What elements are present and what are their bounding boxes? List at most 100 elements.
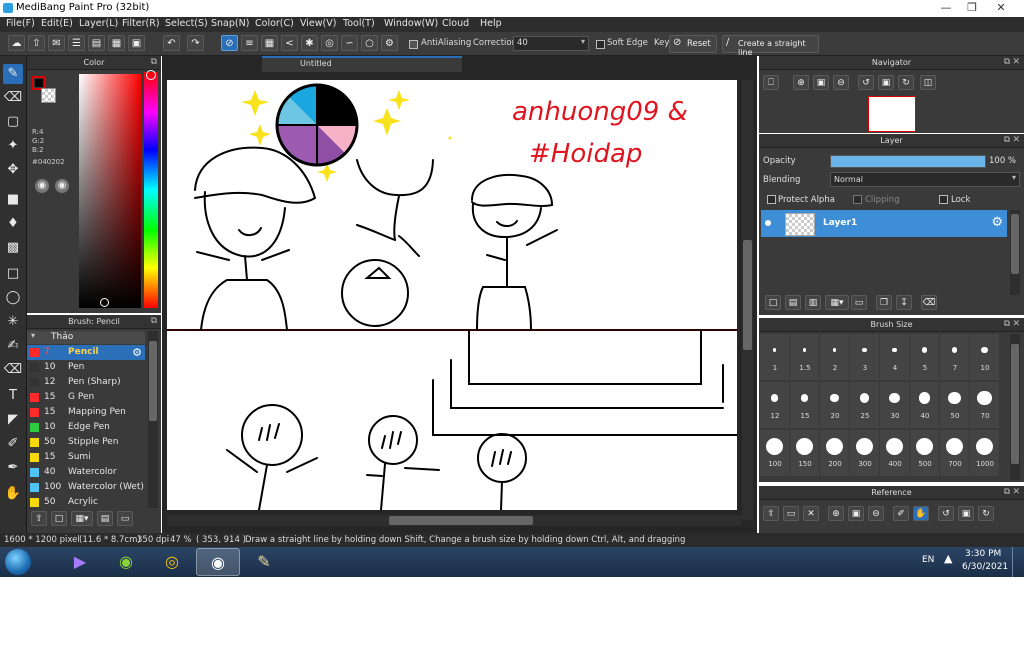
brush-size-cell[interactable]: 150 [790, 430, 819, 476]
comment-icon[interactable]: ✉ [48, 35, 65, 51]
menu-color[interactable]: Color(C) [255, 18, 294, 29]
brush-size-cell[interactable]: 70 [970, 382, 999, 428]
close-button[interactable]: ✕ [990, 0, 1012, 17]
text-tool-icon[interactable]: T [3, 386, 23, 406]
hand-tool-icon[interactable]: ✋ [3, 484, 23, 504]
navigator-thumbnail[interactable] [868, 96, 916, 132]
brush-size-cell[interactable]: 200 [820, 430, 849, 476]
brush-item[interactable]: 50 Stipple Pen [27, 435, 145, 450]
hue-slider[interactable] [144, 70, 158, 308]
brush-size-cell[interactable]: 4 [880, 334, 909, 380]
fit-window-icon[interactable]: ▣ [848, 506, 864, 521]
eraser-tool-icon[interactable]: ⌫ [3, 88, 23, 108]
clock-time[interactable]: 3:30 PM [965, 549, 1001, 559]
bucket-tool-icon[interactable]: ♦ [3, 214, 23, 234]
drawing-document[interactable]: anhuong09 & #Hoidap [167, 80, 737, 510]
brush-item[interactable]: 15 G Pen [27, 390, 145, 405]
panel-options-icon[interactable]: ⧉ [1004, 318, 1010, 331]
divide-tool-icon[interactable]: ◤ [3, 410, 23, 430]
color-picker-cursor[interactable] [100, 298, 109, 307]
brush-size-cell[interactable]: 15 [790, 382, 819, 428]
coccoc-icon[interactable]: ◉ [104, 548, 148, 576]
select-tool-icon[interactable]: □ [3, 264, 23, 284]
brush-item[interactable]: 50 Acrylic [27, 495, 145, 508]
magic-wand-tool-icon[interactable]: ✳ [3, 312, 23, 332]
upload-icon[interactable]: ⇧ [763, 506, 779, 521]
radial-snap-icon[interactable]: ✱ [301, 35, 318, 51]
zoom-out-icon[interactable]: ⊖ [833, 75, 849, 90]
brush-size-cell[interactable]: 1.5 [790, 334, 819, 380]
scrollbar-thumb[interactable] [389, 516, 533, 525]
correction-select[interactable]: 40 ▾ [513, 36, 589, 51]
brush-size-cell[interactable]: 100 [760, 430, 789, 476]
soft-edge-checkbox[interactable] [596, 40, 605, 49]
parallel-snap-icon[interactable]: ≡ [241, 35, 258, 51]
concentric-snap-icon[interactable]: ◎ [321, 35, 338, 51]
folder-icon[interactable]: ▭ [783, 506, 799, 521]
shape-tool-icon[interactable]: ■ [3, 190, 23, 210]
brush-size-cell[interactable]: 300 [850, 430, 879, 476]
secondary-color-swatch[interactable] [41, 88, 56, 103]
new-layer-icon[interactable]: □ [765, 295, 781, 310]
document-tab[interactable]: Untitled [262, 56, 462, 72]
start-button-icon[interactable] [5, 549, 31, 575]
brush-size-cell[interactable]: 2 [820, 334, 849, 380]
zoom-in-icon[interactable]: ⊕ [793, 75, 809, 90]
brush-list-scrollbar[interactable] [148, 331, 158, 508]
merge-layer-icon[interactable]: ↧ [896, 295, 912, 310]
select-eraser-tool-icon[interactable]: ⌫ [3, 360, 23, 380]
layer-settings-icon[interactable]: ⚙ [991, 215, 1003, 230]
brush-menu-icon[interactable]: ▦▾ [71, 511, 93, 526]
chat-icon[interactable]: ☰ [68, 35, 85, 51]
fit-window-icon[interactable]: ▣ [813, 75, 829, 90]
brush-size-cell[interactable]: 50 [940, 382, 969, 428]
eyedropper-icon[interactable]: ✐ [893, 506, 909, 521]
undo-icon[interactable]: ↶ [163, 35, 180, 51]
page-icon[interactable]: ▤ [88, 35, 105, 51]
circle-snap-icon[interactable]: ○ [361, 35, 378, 51]
perspective-snap-icon[interactable]: < [281, 35, 298, 51]
visibility-icon[interactable] [765, 220, 771, 226]
hue-slider-handle[interactable] [146, 70, 156, 80]
brush-size-cell[interactable]: 40 [910, 382, 939, 428]
scrollbar-thumb[interactable] [149, 341, 157, 421]
brush-size-cell[interactable]: 30 [880, 382, 909, 428]
vertical-scrollbar[interactable] [742, 80, 753, 520]
brush-item[interactable]: 15 Sumi [27, 450, 145, 465]
rectangle-tool-icon[interactable]: ▢ [3, 112, 23, 132]
save-icon[interactable]: ▣ [128, 35, 145, 51]
brush-size-cell[interactable]: 7 [940, 334, 969, 380]
lock-checkbox[interactable] [939, 195, 948, 204]
new-8bit-layer-icon[interactable]: ▥ [805, 295, 821, 310]
menu-filter[interactable]: Filter(R) [122, 18, 160, 29]
panel-options-icon[interactable]: ⧉ [1004, 56, 1010, 69]
language-indicator[interactable]: EN [922, 555, 934, 565]
cloud-icon[interactable]: ☁ [8, 35, 25, 51]
menu-view[interactable]: View(V) [300, 18, 336, 29]
pen-tool-icon[interactable]: ✒ [3, 458, 23, 478]
snap-settings-icon[interactable]: ⚙ [381, 35, 398, 51]
menu-snap[interactable]: Snap(N) [211, 18, 249, 29]
brush-size-cell[interactable]: 25 [850, 382, 879, 428]
brush-item[interactable]: 12 Pen (Sharp) [27, 375, 145, 390]
zoom-fit-icon[interactable]: ⎕ [763, 75, 779, 90]
brush-settings-icon[interactable]: ⚙ [132, 345, 142, 360]
scrollbar-thumb[interactable] [743, 240, 752, 350]
zoom-in-icon[interactable]: ⊕ [828, 506, 844, 521]
brush-size-cell[interactable]: 20 [820, 382, 849, 428]
menu-tool[interactable]: Tool(T) [343, 18, 375, 29]
brush-size-cell[interactable]: 10 [970, 334, 999, 380]
palette-add-icon[interactable]: ◉ [55, 179, 69, 193]
panel-close-icon[interactable]: ✕ [1012, 134, 1020, 147]
hand-icon[interactable]: ✋ [913, 506, 929, 521]
maximize-button[interactable]: ❐ [961, 0, 983, 17]
brush-item[interactable]: 15 Mapping Pen [27, 405, 145, 420]
layer-scrollbar[interactable] [1010, 210, 1020, 295]
brush-size-cell[interactable]: 12 [760, 382, 789, 428]
panel-options-icon[interactable]: ⧉ [151, 315, 157, 328]
brush-size-cell[interactable]: 1 [760, 334, 789, 380]
brush-size-cell[interactable]: 1000 [970, 430, 999, 476]
brush-size-cell[interactable]: 500 [910, 430, 939, 476]
palette-icon[interactable]: ◉ [35, 179, 49, 193]
flip-icon[interactable]: ◫ [920, 75, 936, 90]
